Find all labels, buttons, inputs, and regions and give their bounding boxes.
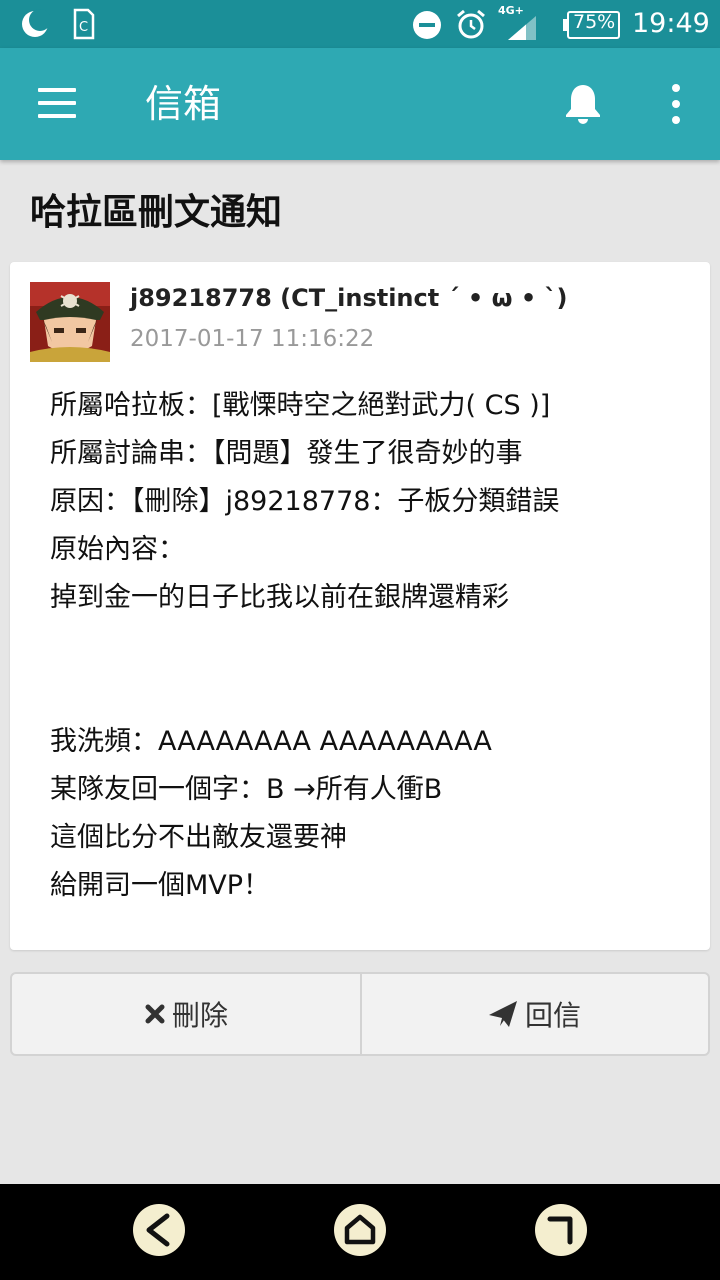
bell-icon xyxy=(566,85,600,124)
page-title: 哈拉區刪文通知 xyxy=(30,192,283,233)
recent-apps-icon xyxy=(547,1216,573,1245)
body-line: 原始內容： xyxy=(50,534,185,565)
more-options-button[interactable] xyxy=(668,84,684,124)
message-timestamp: 2017-01-17 11:16:22 xyxy=(130,326,375,352)
author-name[interactable]: j89218778 (CT_instinct ˊ • ω • ˋ) xyxy=(130,284,568,312)
send-icon xyxy=(487,999,519,1029)
menu-icon xyxy=(38,88,76,92)
clock: 19:49 xyxy=(632,8,710,39)
message-body: 所屬哈拉板：[戰慄時空之絕對武力( CS )] 所屬討論串：【問題】發生了很奇妙… xyxy=(50,382,700,910)
battery-level: 75% xyxy=(573,11,616,33)
delete-label: 刪除 xyxy=(171,999,228,1032)
body-line xyxy=(50,670,700,718)
body-line: 這個比分不出敵友還要神 xyxy=(50,822,347,853)
back-icon xyxy=(146,1213,170,1247)
app-bar: 信箱 xyxy=(0,48,720,160)
body-line: 我洗頻：AAAAAAAA AAAAAAAAA xyxy=(50,726,492,757)
body-line: 給開司一個MVP！ xyxy=(50,870,271,901)
sim-card-icon: C xyxy=(73,8,95,40)
do-not-disturb-icon xyxy=(413,11,441,39)
back-button[interactable] xyxy=(133,1204,185,1256)
message-actions: 刪除 回信 xyxy=(10,972,710,1056)
reply-label: 回信 xyxy=(524,999,581,1032)
message-card: j89218778 (CT_instinct ˊ • ω • ˋ) 2017-0… xyxy=(10,262,710,950)
svg-text:C: C xyxy=(79,20,88,35)
avatar[interactable] xyxy=(30,282,110,362)
home-button[interactable] xyxy=(334,1204,386,1256)
body-line: 所屬討論串：【問題】發生了很奇妙的事 xyxy=(50,438,523,469)
close-icon xyxy=(144,1003,166,1025)
notifications-button[interactable] xyxy=(562,82,604,126)
reply-button[interactable]: 回信 xyxy=(360,974,708,1054)
navigation-bar xyxy=(0,1184,720,1280)
recent-apps-button[interactable] xyxy=(535,1204,587,1256)
status-bar: C 4G+ 75% 19:49 xyxy=(0,0,720,48)
signal-icon xyxy=(508,16,536,40)
more-vert-icon xyxy=(672,84,680,92)
body-line: 某隊友回一個字：B →所有人衝B xyxy=(50,774,443,805)
body-line: 原因：【刪除】j89218778：子板分類錯誤 xyxy=(50,486,560,517)
app-title: 信箱 xyxy=(145,82,222,126)
home-icon xyxy=(344,1214,376,1245)
avatar-image xyxy=(30,282,110,362)
moon-icon xyxy=(22,9,50,37)
body-line: 所屬哈拉板：[戰慄時空之絕對武力( CS )] xyxy=(50,390,551,421)
alarm-icon xyxy=(457,9,485,39)
delete-button[interactable]: 刪除 xyxy=(12,974,362,1054)
menu-button[interactable] xyxy=(38,88,76,118)
body-line: 掉到金一的日子比我以前在銀牌還精彩 xyxy=(50,582,509,613)
body-line xyxy=(50,622,700,670)
